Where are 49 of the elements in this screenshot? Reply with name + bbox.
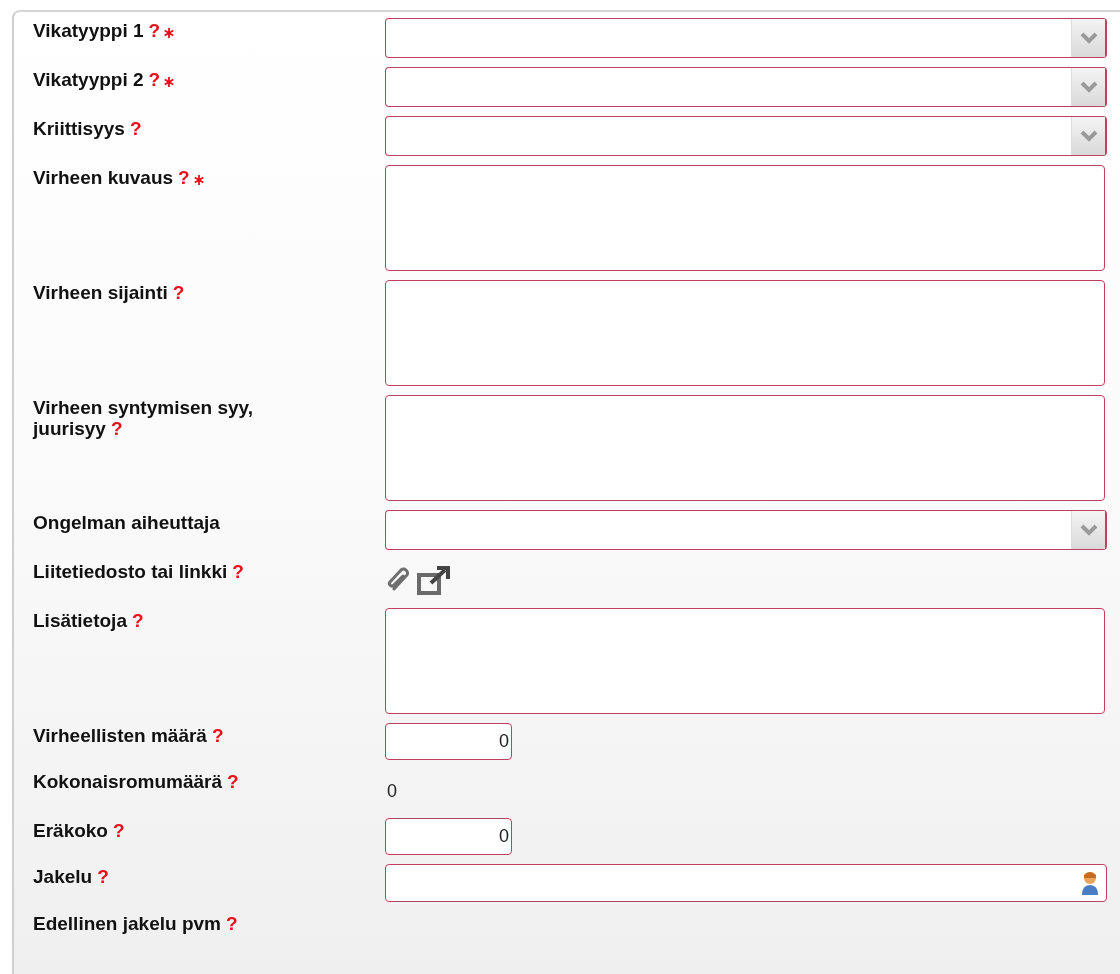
help-link[interactable]: ? [110,418,123,439]
chevron-down-icon [1079,32,1098,44]
field-label: Virheen syntymisen syy, [33,397,255,418]
field-label: Virheellisten määrä [33,725,207,746]
field-label: Vikatyyppi 2 [33,69,144,90]
field-label: Eräkoko [33,820,108,841]
dropdown[interactable] [385,67,1107,107]
person-icon[interactable] [1080,869,1100,897]
external-link-icon[interactable] [417,564,451,597]
help-link[interactable]: ? [172,282,185,303]
text-area[interactable] [385,165,1105,271]
field-label: Vikatyyppi 1 [33,20,144,41]
required-icon [164,77,175,87]
help-link[interactable]: ? [132,610,144,631]
field-label: Kriittisyys [33,118,125,139]
help-link[interactable]: ? [232,561,244,582]
chevron-down-icon [1079,130,1098,142]
text-area[interactable] [385,395,1105,501]
number-field[interactable]: 0 [385,723,512,760]
help-link[interactable]: ? [113,820,125,841]
help-link[interactable]: ? [148,69,161,90]
field-label: Liitetiedosto tai linkki [33,561,228,582]
value-text: 0 [386,780,398,803]
chevron-down-icon [1079,524,1098,536]
field-label: Kokonaisromumäärä [33,771,222,792]
help-link[interactable]: ? [227,771,239,792]
required-icon [164,28,175,38]
field-label: Lisätietoja [33,610,127,631]
field-label: Virheen kuvaus [33,167,174,188]
field-label: Ongelman aiheuttaja [33,512,220,533]
dropdown[interactable] [385,18,1107,58]
dropdown[interactable] [385,116,1107,156]
field-label: Edellinen jakelu pvm [33,913,221,934]
help-link[interactable]: ? [178,167,190,188]
help-link[interactable]: ? [97,866,109,887]
field-label: Jakelu [33,866,93,887]
field-label: Virheen sijainti [33,282,168,303]
text-area[interactable] [385,280,1105,386]
field-label: juurisyy [33,418,106,439]
help-link[interactable]: ? [225,913,238,934]
text-area[interactable] [385,608,1105,714]
help-link[interactable]: ? [211,725,224,746]
help-link[interactable]: ? [129,118,142,139]
input-field[interactable] [385,864,1107,902]
chevron-down-icon [1079,81,1098,93]
dropdown[interactable] [385,510,1107,550]
required-icon [193,175,204,185]
help-link[interactable]: ? [148,20,161,41]
number-field[interactable]: 0 [385,818,512,855]
